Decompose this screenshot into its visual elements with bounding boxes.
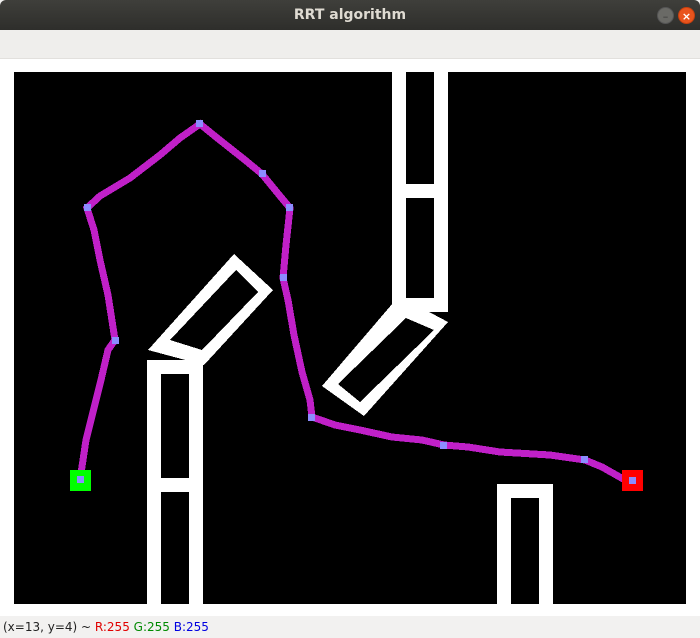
obstacle-bottom-right-column-left (497, 484, 511, 604)
rrt-node (280, 274, 287, 281)
minimize-button[interactable]: – (657, 7, 674, 24)
obstacle-bottom-right-top (497, 484, 553, 498)
goal-node (629, 477, 636, 484)
pixel-red-value: R:255 (94, 620, 130, 634)
pixel-green-value: G:255 (133, 620, 170, 634)
pixel-blue-value: B:255 (173, 620, 209, 634)
obstacle-top-crossbar (392, 184, 448, 198)
obstacle-bottom-left-crossbar (147, 478, 203, 492)
start-node (77, 476, 84, 483)
obstacle-bottom-right-column-right (539, 484, 553, 604)
window-title: RRT algorithm (293, 7, 407, 23)
rrt-node (84, 204, 91, 211)
obstacle-bottom-left-top (147, 360, 203, 374)
rrt-node (440, 442, 447, 449)
status-bar: (x=13, y=4) ~ R:255 G:255 B:255 (0, 616, 700, 638)
close-button[interactable]: × (678, 7, 695, 24)
rrt-node (259, 170, 266, 177)
image-viewport[interactable] (0, 59, 700, 616)
rrt-node (196, 120, 203, 127)
rrt-node (112, 337, 119, 344)
rrt-node (581, 456, 588, 463)
rrt-node (308, 414, 315, 421)
rrt-canvas[interactable] (0, 59, 700, 616)
title-bar[interactable]: RRT algorithm – × (0, 0, 700, 30)
cursor-coords: (x=13, y=4) ~ (3, 620, 92, 634)
rrt-node (286, 204, 293, 211)
toolbar (0, 30, 700, 59)
